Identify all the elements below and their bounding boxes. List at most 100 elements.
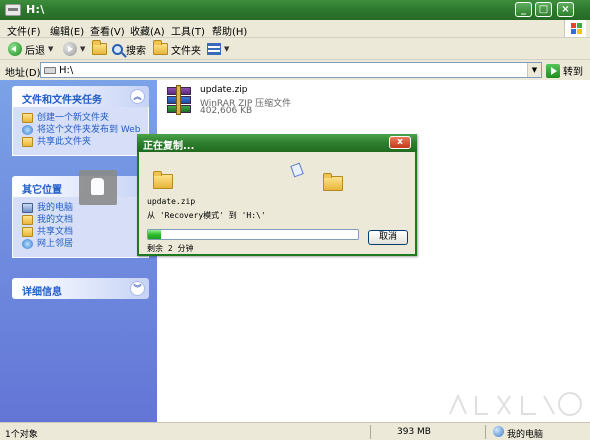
copy-file-name: update.zip (147, 197, 196, 206)
menu-edit[interactable]: 编辑(E) (50, 23, 84, 38)
menu-file[interactable]: 文件(F) (7, 23, 41, 38)
collapse-icon[interactable]: ︽ (130, 89, 145, 104)
drive-icon (5, 4, 21, 16)
globe-icon (22, 125, 33, 135)
status-bar: 1个对象 393 MB 我的电脑 (0, 422, 590, 440)
dialog-title-bar[interactable]: 正在复制... x (137, 134, 417, 152)
go-button[interactable]: 转到 (546, 63, 583, 78)
flying-document-icon (290, 162, 304, 178)
time-remaining: 剩余 2 分钟 (147, 244, 194, 253)
task-new-folder[interactable]: 创建一个新文件夹 (22, 113, 142, 123)
dialog-title: 正在复制... (143, 141, 195, 152)
destination-folder-icon (323, 173, 343, 191)
status-zone: 我的电脑 (507, 430, 544, 440)
copy-progress-bar (147, 229, 359, 240)
status-size: 393 MB (397, 427, 431, 437)
file-size: 402,606 KB (200, 106, 253, 116)
status-divider (370, 425, 371, 439)
place-label: 共享文档 (37, 227, 74, 237)
copy-from-to: 从 'Recovery模式' 到 'H:\' (147, 211, 266, 220)
winrar-archive-icon (165, 85, 194, 115)
task-label: 共享此文件夹 (37, 137, 92, 147)
place-my-documents[interactable]: 我的文档 (22, 215, 142, 225)
search-icon (112, 43, 123, 55)
place-shared-documents[interactable]: 共享文档 (22, 227, 142, 237)
address-bar: 地址(D) H:\ ▼ 转到 (0, 60, 590, 80)
file-name: update.zip (200, 85, 248, 95)
folder-icon (153, 40, 168, 55)
computer-zone-icon (493, 426, 504, 437)
title-bar[interactable]: H:\ _ □ × (0, 0, 590, 20)
expand-icon[interactable]: ︾ (130, 281, 145, 296)
shared-folder-icon (22, 227, 33, 237)
network-icon (22, 239, 33, 249)
windows-logo-icon (564, 20, 586, 37)
drive-icon (44, 67, 56, 74)
close-button[interactable]: × (557, 2, 574, 17)
folders-button[interactable]: 文件夹 (153, 40, 201, 57)
chevron-down-icon[interactable]: ▼ (224, 45, 229, 53)
back-button[interactable]: 后退 ▼ (8, 41, 53, 57)
forward-arrow-icon (63, 42, 77, 56)
address-dropdown-button[interactable]: ▼ (527, 63, 541, 77)
drag-ghost (79, 170, 117, 205)
chevron-down-icon[interactable]: ▼ (80, 45, 85, 53)
object-count: 1个对象 (5, 430, 38, 440)
address-path: H:\ (59, 65, 74, 76)
panel-body: 创建一个新文件夹 将这个文件夹发布到 Web 共享此文件夹 (12, 107, 149, 156)
folders-label: 文件夹 (171, 45, 201, 57)
place-label: 网上邻居 (37, 239, 74, 249)
panel-header[interactable]: 详细信息 ︾ (12, 278, 149, 299)
search-button[interactable]: 搜索 (112, 41, 146, 57)
place-label: 我的文档 (37, 215, 74, 225)
menu-bar: 文件(F) 编辑(E) 查看(V) 收藏(A) 工具(T) 帮助(H) (0, 20, 590, 38)
minimize-button[interactable]: _ (515, 2, 532, 17)
views-icon (207, 43, 221, 55)
panel-header[interactable]: 文件和文件夹任务 ︽ (12, 86, 149, 107)
back-label: 后退 (25, 45, 45, 57)
go-label: 转到 (563, 67, 583, 78)
panel-title: 详细信息 (22, 287, 62, 298)
documents-folder-icon (22, 215, 33, 225)
menu-view[interactable]: 查看(V) (90, 23, 125, 38)
panel-body: 我的电脑 我的文档 共享文档 网上邻居 (12, 197, 149, 258)
progress-fill (148, 230, 161, 239)
toolbar: 后退 ▼ ▼ 搜索 文件夹 ▼ (0, 38, 590, 60)
task-share-folder[interactable]: 共享此文件夹 (22, 137, 142, 147)
copy-dialog: 正在复制... x update.zip 从 'Recovery模式' 到 'H… (137, 134, 417, 256)
address-label: 地址(D) (5, 68, 41, 79)
menu-help[interactable]: 帮助(H) (212, 23, 247, 38)
place-network[interactable]: 网上邻居 (22, 239, 142, 249)
dialog-close-button[interactable]: x (389, 136, 411, 149)
views-button[interactable]: ▼ (207, 41, 229, 57)
task-label: 创建一个新文件夹 (37, 113, 110, 123)
task-publish-web[interactable]: 将这个文件夹发布到 Web (22, 125, 142, 135)
cancel-button[interactable]: 取消 (368, 230, 408, 245)
source-folder-icon (153, 171, 173, 189)
up-folder-button[interactable] (92, 40, 107, 57)
task-label: 将这个文件夹发布到 Web (37, 125, 141, 135)
file-folder-tasks-panel: 文件和文件夹任务 ︽ 创建一个新文件夹 将这个文件夹发布到 Web 共享此文件夹 (12, 86, 149, 156)
menu-tools[interactable]: 工具(T) (171, 23, 205, 38)
panel-title: 文件和文件夹任务 (22, 95, 102, 106)
share-folder-icon (22, 137, 33, 147)
file-item[interactable]: update.zip WinRAR ZIP 压缩文件 402,606 KB (165, 85, 305, 120)
details-panel: 详细信息 ︾ (12, 278, 149, 299)
new-folder-icon (22, 113, 33, 123)
menu-favorites[interactable]: 收藏(A) (130, 23, 165, 38)
task-pane: 文件和文件夹任务 ︽ 创建一个新文件夹 将这个文件夹发布到 Web 共享此文件夹… (0, 80, 157, 422)
window-title: H:\ (26, 3, 45, 16)
address-input[interactable]: H:\ ▼ (40, 62, 542, 78)
watermark-logo (449, 392, 582, 416)
place-label: 我的电脑 (37, 203, 74, 213)
panel-title: 其它位置 (22, 185, 62, 196)
back-arrow-icon (8, 42, 22, 56)
search-label: 搜索 (126, 45, 146, 57)
up-folder-icon (92, 40, 107, 55)
status-divider (485, 425, 486, 439)
chevron-down-icon[interactable]: ▼ (48, 45, 53, 53)
maximize-button[interactable]: □ (535, 2, 552, 17)
forward-button[interactable]: ▼ (63, 41, 85, 57)
go-arrow-icon (546, 63, 560, 78)
computer-icon (22, 203, 33, 213)
